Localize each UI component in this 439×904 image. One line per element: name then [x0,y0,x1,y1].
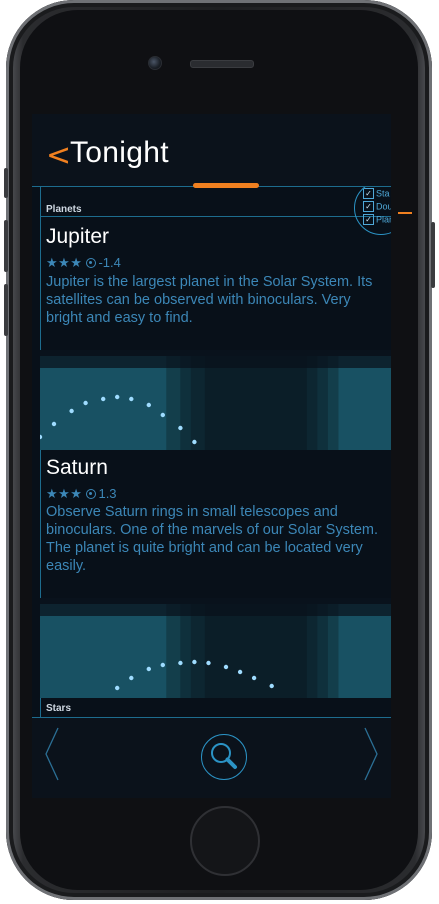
chart-sky-band [166,356,181,450]
chart-sky-band [166,604,181,698]
front-camera [148,56,162,70]
back-button[interactable]: < [46,141,71,171]
chevron-right-icon[interactable] [361,726,381,782]
bottom-toolbar [32,718,391,798]
chart-path-point [192,659,197,665]
chart-sky-band [317,604,328,698]
section-divider [40,216,391,217]
checkbox-icon[interactable]: ✓ [363,214,374,226]
chart-path-point [237,669,243,675]
chart-path-point [83,400,88,406]
chart-path-point [69,408,74,414]
chart-path-point [129,675,134,681]
chart-sky-band [180,356,191,450]
chart-path-point [160,662,165,668]
chart-sky-band [40,356,167,450]
volume-down-button [4,284,8,336]
mute-switch [4,168,8,198]
chart-sky-band [338,604,391,698]
chart-sky-band [190,356,205,450]
rating-jupiter: ★★★ -1.4 [46,255,121,271]
filter-pointer-line [398,212,412,214]
chart-path-point [129,396,134,402]
planet-description-saturn: Observe Saturn rings in small telescopes… [46,504,379,574]
chart-path-point [115,394,120,400]
chart-path-point [51,421,57,427]
section-header-stars: Stars [46,703,72,714]
chart-sky-band [327,604,339,698]
chart-sky-band [180,604,191,698]
nav-header: < Tonight [32,114,391,186]
filter-item-planets[interactable]: ✓Planet [363,214,391,226]
checkbox-icon[interactable]: ✓ [363,201,374,213]
chart-path-point [251,675,257,681]
filter-item-double[interactable]: ✓Double [363,201,391,213]
chart-path-point [115,685,120,691]
search-button[interactable] [201,734,247,780]
volume-up-button [4,220,8,272]
chart-sky-band [190,604,205,698]
chart-sky-band [306,604,318,698]
chart-path-point [160,412,165,418]
star-rating-icon: ★★★ [46,255,83,270]
checkbox-icon[interactable]: ✓ [363,188,374,200]
planet-name-jupiter[interactable]: Jupiter [46,225,109,249]
rating-saturn: ★★★ 1.3 [46,486,117,502]
magnitude-value: 1.3 [98,486,117,501]
app-screen: < Tonight Planets Jupiter ★★★ -1.4 Jupite… [32,114,391,798]
home-button[interactable] [190,806,260,876]
chart-sky-band [317,356,328,450]
magnitude-icon [86,489,97,499]
chart-path-point [206,660,211,666]
chevron-left-icon[interactable] [42,726,62,782]
star-rating-icon: ★★★ [46,486,83,501]
chart-path-point [101,396,106,402]
visibility-chart-jupiter [40,350,391,450]
chart-path-point [192,439,197,445]
filter-button[interactable]: ✓Sta ✓Double ✓Planet [354,187,391,235]
planet-description-jupiter: Jupiter is the largest planet in the Sol… [46,274,373,326]
chart-sky-band [205,356,307,450]
page-title: Tonight [70,136,169,169]
earpiece-speaker [190,60,254,68]
chart-path-point [178,660,183,666]
chart-sky-band [306,356,318,450]
chart-path-point [146,402,151,408]
visibility-chart-svg [40,350,391,450]
chart-sky-band [205,604,307,698]
search-icon [211,743,237,769]
magnitude-icon [86,258,97,268]
planet-name-saturn[interactable]: Saturn [46,456,108,480]
chart-top-fade [40,598,391,616]
chart-path-point [223,664,229,670]
chart-path-point [269,683,274,689]
chart-sky-band [40,604,167,698]
visibility-chart-saturn [40,598,391,698]
chart-path-point [178,425,183,431]
chart-path-point [146,666,151,672]
magnitude-value: -1.4 [98,255,121,270]
filter-item-stars[interactable]: ✓ Sta [363,188,390,200]
chart-sky-band [327,356,339,450]
power-button [431,222,435,288]
section-header-planets: Planets [46,204,82,215]
visibility-chart-svg [40,598,391,698]
object-list[interactable]: Planets Jupiter ★★★ -1.4 Jupiter is the l… [32,187,391,717]
chart-top-fade [40,350,391,368]
chart-sky-band [338,356,391,450]
